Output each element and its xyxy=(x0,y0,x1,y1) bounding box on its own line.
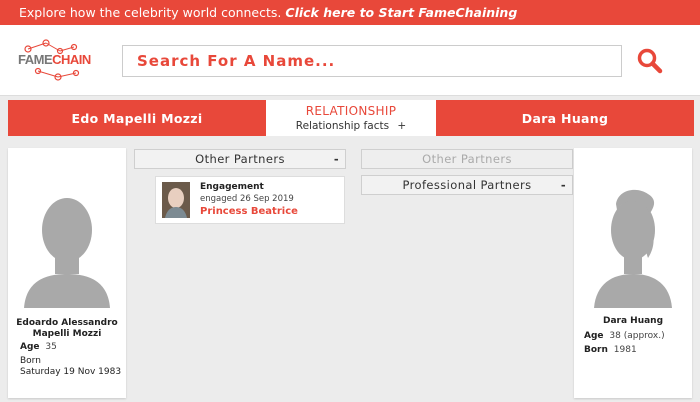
professional-partners-toggle[interactable]: Professional Partners - xyxy=(361,175,573,195)
other-partners-left-toggle[interactable]: Other Partners - xyxy=(134,149,346,169)
person-tab-dara[interactable]: Dara Huang xyxy=(436,100,694,136)
profile-card-dara[interactable]: Dara Huang Age 38 (approx.) Born 1981 xyxy=(574,148,692,398)
section-label: Other Partners xyxy=(195,152,285,166)
section-label: Other Partners xyxy=(422,152,512,166)
relationship-facts-label: Relationship facts xyxy=(295,120,390,132)
profile-name-line1: Edoardo Alessandro xyxy=(16,318,118,328)
search-icon xyxy=(637,48,663,74)
section-label: Professional Partners xyxy=(402,178,532,192)
site-header: FAMECHAIN xyxy=(0,25,700,96)
profile-name-line2: Mapelli Mozzi xyxy=(32,329,102,339)
relationship-title: RELATIONSHIP xyxy=(305,104,397,118)
famechain-logo[interactable]: FAMECHAIN xyxy=(18,37,98,83)
profile-born: Born 1981 xyxy=(584,345,637,355)
profile-name: Dara Huang xyxy=(602,316,664,326)
relationship-center: RELATIONSHIP Relationship facts + xyxy=(266,100,436,136)
minus-icon: - xyxy=(333,152,339,166)
start-famechaining-link[interactable]: Click here to Start FameChaining xyxy=(285,5,517,20)
profile-born-value: Saturday 19 Nov 1983 xyxy=(20,367,122,377)
top-banner[interactable]: Explore how the celebrity world connects… xyxy=(0,0,700,25)
relationship-type: Engagement xyxy=(200,182,264,192)
minus-icon: - xyxy=(560,178,566,192)
logo-wordmark: FAMECHAIN xyxy=(18,52,91,67)
banner-text: Explore how the celebrity world connects… xyxy=(19,5,282,20)
search-button[interactable] xyxy=(636,47,664,75)
profile-age: Age 38 (approx.) xyxy=(584,331,665,341)
person-tab-edo[interactable]: Edo Mapelli Mozzi xyxy=(8,100,266,136)
other-partners-right-toggle[interactable]: Other Partners xyxy=(361,149,573,169)
relationship-facts-toggle[interactable]: Relationship facts + xyxy=(266,120,436,132)
plus-icon: + xyxy=(397,120,407,132)
male-silhouette-icon xyxy=(24,198,110,308)
partner-card-princess-beatrice[interactable]: Engagement engaged 26 Sep 2019 Princess … xyxy=(155,176,345,224)
profile-born-label: Born xyxy=(20,356,41,366)
profile-age: Age 35 xyxy=(20,342,57,352)
profile-card-edo[interactable]: Edoardo Alessandro Mapelli Mozzi Age 35 … xyxy=(8,148,126,398)
relationship-date: engaged 26 Sep 2019 xyxy=(200,194,294,204)
partner-photo xyxy=(162,182,190,218)
female-silhouette-icon xyxy=(594,189,672,308)
relationship-bar: Edo Mapelli Mozzi RELATIONSHIP Relations… xyxy=(8,100,694,136)
partner-name[interactable]: Princess Beatrice xyxy=(200,206,298,217)
search-input[interactable] xyxy=(122,45,622,77)
